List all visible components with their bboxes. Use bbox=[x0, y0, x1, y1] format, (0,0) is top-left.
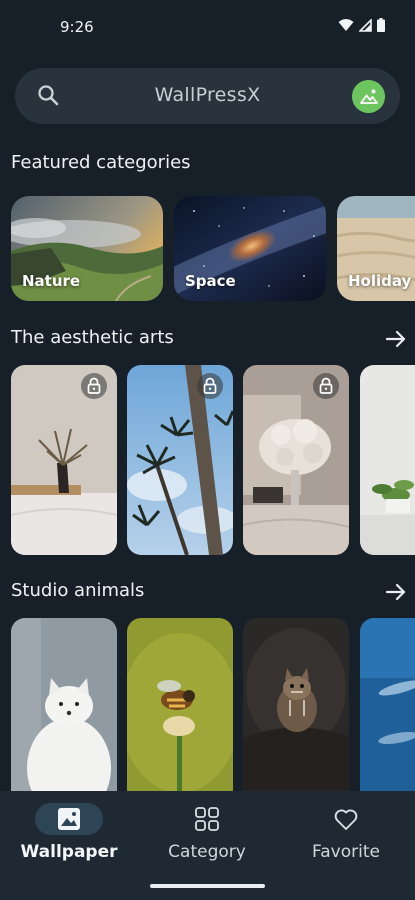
wallpaper-tile[interactable] bbox=[360, 618, 415, 791]
wallpaper-image-arctic-fox bbox=[11, 618, 117, 791]
grid-icon bbox=[195, 807, 219, 831]
status-bar: 9:26 bbox=[0, 0, 415, 56]
search-bar[interactable]: WallPressX bbox=[15, 68, 400, 124]
nav-icon-container bbox=[312, 803, 380, 835]
featured-categories-title: Featured categories bbox=[11, 152, 191, 173]
gesture-handle[interactable] bbox=[150, 884, 265, 888]
category-label-space: Space bbox=[185, 272, 236, 290]
category-card-holiday[interactable]: Holiday bbox=[337, 196, 415, 301]
featured-categories-row: Nature Space Holiday bbox=[11, 196, 415, 302]
studio-animals-row bbox=[11, 618, 415, 791]
heart-icon bbox=[334, 809, 358, 830]
wallpaper-tile[interactable] bbox=[127, 618, 233, 791]
lock-icon bbox=[203, 377, 217, 394]
category-card-space[interactable]: Space bbox=[174, 196, 326, 301]
wallpaper-image-chipmunk bbox=[243, 618, 349, 791]
status-icons bbox=[338, 18, 385, 32]
nav-active-indicator bbox=[35, 803, 103, 835]
nav-label-favorite: Favorite bbox=[312, 842, 380, 862]
nav-icon-container bbox=[173, 803, 241, 835]
image-icon bbox=[58, 808, 80, 830]
wallpaper-tile[interactable] bbox=[243, 365, 349, 555]
lock-badge bbox=[313, 373, 339, 399]
wallpaper-tile[interactable] bbox=[11, 365, 117, 555]
avatar[interactable] bbox=[352, 80, 385, 113]
category-card-nature[interactable]: Nature bbox=[11, 196, 163, 301]
status-time: 9:26 bbox=[60, 18, 94, 36]
wallpaper-tile[interactable] bbox=[360, 365, 415, 555]
nav-item-wallpaper[interactable]: Wallpaper bbox=[0, 791, 138, 881]
cellular-signal-icon bbox=[359, 18, 372, 32]
wallpaper-image-bee bbox=[127, 618, 233, 791]
app-title: WallPressX bbox=[154, 84, 261, 106]
wallpaper-image-dolphins bbox=[360, 618, 415, 791]
arrow-right-icon[interactable] bbox=[385, 328, 407, 350]
nav-label-category: Category bbox=[168, 842, 246, 862]
wallpaper-tile[interactable] bbox=[11, 618, 117, 791]
nav-item-favorite[interactable]: Favorite bbox=[277, 791, 415, 881]
lock-icon bbox=[87, 377, 101, 394]
battery-icon bbox=[377, 18, 385, 32]
landscape-avatar-icon bbox=[352, 80, 385, 113]
wifi-icon bbox=[338, 19, 354, 31]
wallpaper-tile[interactable] bbox=[127, 365, 233, 555]
aesthetic-arts-row bbox=[11, 365, 415, 555]
nav-item-category[interactable]: Category bbox=[138, 791, 276, 881]
lock-icon bbox=[319, 377, 333, 394]
aesthetic-arts-title: The aesthetic arts bbox=[11, 327, 174, 348]
category-label-holiday: Holiday bbox=[348, 272, 412, 290]
arrow-right-icon[interactable] bbox=[385, 581, 407, 603]
nav-label-wallpaper: Wallpaper bbox=[20, 842, 118, 862]
lock-badge bbox=[81, 373, 107, 399]
wallpaper-image-plant bbox=[360, 365, 415, 555]
category-label-nature: Nature bbox=[22, 272, 81, 290]
lock-badge bbox=[197, 373, 223, 399]
studio-animals-title: Studio animals bbox=[11, 580, 145, 601]
wallpaper-tile[interactable] bbox=[243, 618, 349, 791]
